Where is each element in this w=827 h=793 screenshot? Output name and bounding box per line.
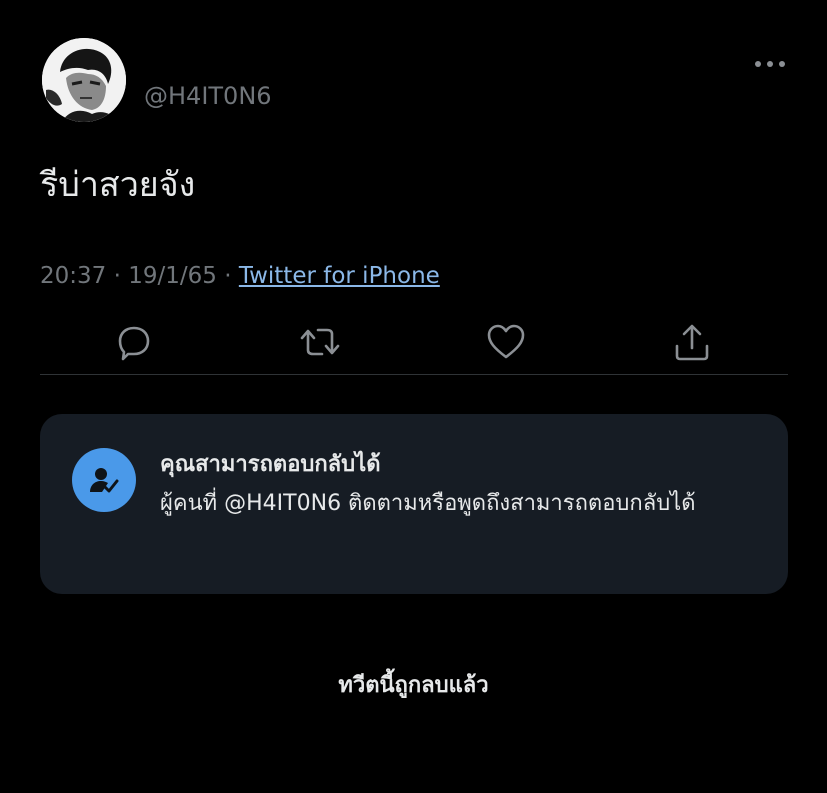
retweet-icon: [300, 328, 340, 356]
reply-button[interactable]: [112, 320, 156, 364]
more-button[interactable]: [752, 52, 788, 76]
tweet-time: 20:37: [40, 263, 107, 289]
meta-separator: ·: [113, 263, 121, 289]
tweet-text: รีบ่าสวยจัง: [40, 165, 196, 205]
retweet-button[interactable]: [298, 320, 342, 364]
meta-separator: ·: [224, 263, 232, 289]
tweet-meta: 20:37 · 19/1/65 · Twitter for iPhone: [40, 262, 440, 290]
avatar-portrait-icon: [42, 38, 126, 122]
reply-settings-card: คุณสามารถตอบกลับได้ ผู้คนที่ @H4IT0N6 ติ…: [40, 414, 788, 594]
divider: [40, 374, 788, 375]
username-handle[interactable]: @H4IT0N6: [144, 82, 272, 110]
more-icon: [755, 61, 785, 67]
heart-icon: [487, 324, 525, 359]
tweet-source-link[interactable]: Twitter for iPhone: [239, 263, 440, 289]
reply-icon: [118, 326, 150, 361]
reply-settings-title: คุณสามารถตอบกลับได้: [160, 452, 381, 477]
share-icon: [675, 324, 709, 361]
tweet-date: 19/1/65: [128, 263, 217, 289]
reply-settings-description: ผู้คนที่ @H4IT0N6 ติดตามหรือพูดถึงสามารถ…: [160, 491, 696, 516]
share-button[interactable]: [670, 320, 714, 364]
avatar[interactable]: [42, 38, 126, 122]
user-check-icon: [90, 468, 119, 493]
reply-settings-badge: [72, 448, 136, 512]
like-button[interactable]: [484, 320, 528, 364]
deleted-notice: ทวีตนี้ถูกลบแล้ว: [338, 673, 489, 698]
